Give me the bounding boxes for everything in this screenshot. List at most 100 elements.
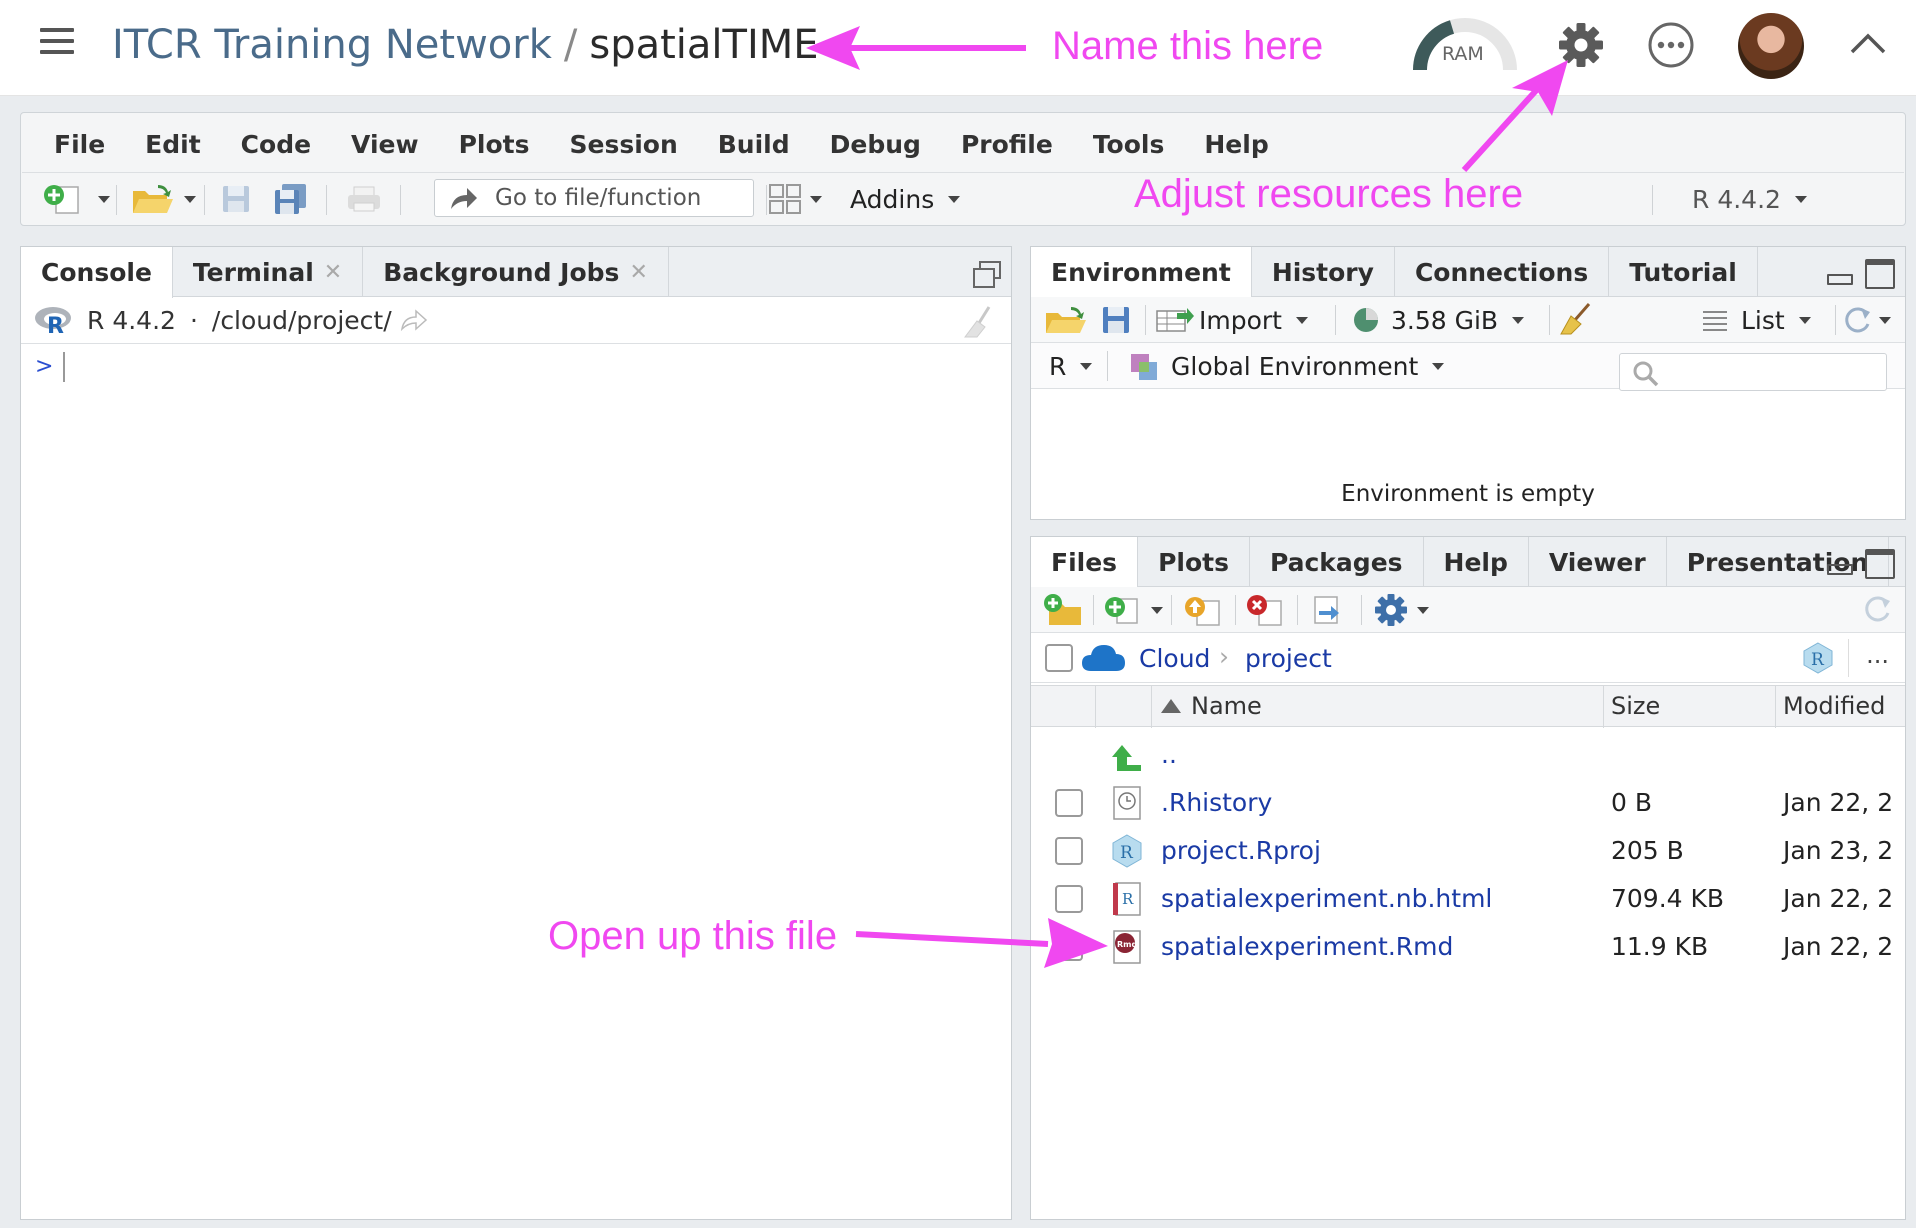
rename-file-icon[interactable] <box>1307 593 1349 627</box>
addins-button[interactable]: Addins <box>850 181 961 217</box>
close-icon[interactable]: ✕ <box>324 260 342 285</box>
tab-terminal[interactable]: Terminal ✕ <box>173 247 364 297</box>
user-avatar[interactable] <box>1738 13 1804 79</box>
language-selector[interactable]: R <box>1049 348 1093 384</box>
memory-usage-button[interactable]: 3.58 GiB <box>1351 302 1525 338</box>
refresh-files-icon[interactable] <box>1861 593 1895 625</box>
save-workspace-icon[interactable] <box>1101 305 1131 335</box>
tab-packages-label: Packages <box>1269 547 1403 577</box>
breadcrumb-cloud[interactable]: Cloud <box>1139 644 1210 673</box>
parent-directory-row[interactable]: .. <box>1031 731 1905 779</box>
menu-debug[interactable]: Debug <box>810 130 941 159</box>
file-name-link[interactable]: project.Rproj <box>1161 836 1321 865</box>
import-dataset-button[interactable]: Import <box>1155 302 1308 338</box>
more-breadcrumb-button[interactable]: ... <box>1866 641 1889 669</box>
menu-session[interactable]: Session <box>549 130 697 159</box>
menu-help[interactable]: Help <box>1184 130 1288 159</box>
menu-view[interactable]: View <box>331 130 439 159</box>
minimize-pane-icon[interactable] <box>1825 259 1855 289</box>
workspace-link[interactable]: ITCR Training Network <box>112 22 552 68</box>
column-size[interactable]: Size <box>1611 692 1660 720</box>
menu-build[interactable]: Build <box>698 130 810 159</box>
menu-edit[interactable]: Edit <box>125 130 221 159</box>
files-breadcrumb-bar: Cloud › project R ... <box>1031 633 1905 683</box>
file-row[interactable]: Rmd spatialexperiment.Rmd 11.9 KB Jan 22, 2 <box>1031 923 1905 971</box>
console-output[interactable]: > <box>21 343 1011 1219</box>
refresh-environment-button[interactable] <box>1841 302 1891 338</box>
files-more-settings-button[interactable] <box>1373 592 1429 628</box>
tab-plots[interactable]: Plots <box>1138 537 1250 587</box>
maximize-pane-icon[interactable] <box>1865 549 1895 579</box>
caret-down-icon <box>1080 362 1093 370</box>
tab-history-label: History <box>1271 257 1374 287</box>
r-version-label: R 4.4.2 <box>1692 184 1781 214</box>
file-name-link[interactable]: spatialexperiment.Rmd <box>1161 932 1453 961</box>
tab-connections[interactable]: Connections <box>1395 247 1610 297</box>
save-all-button[interactable] <box>272 181 310 217</box>
caret-down-icon <box>1151 606 1163 614</box>
column-modified[interactable]: Modified <box>1783 692 1885 720</box>
file-row[interactable]: Rproject.Rproj 205 B Jan 23, 2 <box>1031 827 1905 875</box>
load-workspace-icon[interactable] <box>1043 303 1089 337</box>
file-name-link[interactable]: .Rhistory <box>1161 788 1272 817</box>
tab-packages[interactable]: Packages <box>1250 537 1424 587</box>
tab-console[interactable]: Console <box>21 247 173 298</box>
r-version-menu[interactable]: R 4.4.2 <box>1692 181 1807 217</box>
tab-help[interactable]: Help <box>1424 537 1529 587</box>
menu-tools[interactable]: Tools <box>1073 130 1185 159</box>
tab-tutorial[interactable]: Tutorial <box>1609 247 1758 297</box>
save-button[interactable] <box>220 181 252 217</box>
project-name[interactable]: spatialTIME <box>589 22 818 68</box>
file-size: 205 B <box>1611 836 1684 865</box>
new-blank-file-icon <box>1105 597 1138 624</box>
delete-file-icon[interactable] <box>1245 593 1287 627</box>
print-button[interactable] <box>344 181 384 217</box>
new-file-button[interactable] <box>40 181 110 217</box>
view-mode-button[interactable]: List <box>1701 302 1811 338</box>
new-folder-icon[interactable] <box>1043 593 1085 627</box>
minimize-pane-icon[interactable] <box>1825 549 1855 579</box>
goto-file-input[interactable]: Go to file/function <box>434 179 754 217</box>
environment-search-input[interactable] <box>1619 353 1887 391</box>
menu-file[interactable]: File <box>22 130 125 159</box>
goto-directory-icon[interactable] <box>400 309 428 331</box>
menu-plots[interactable]: Plots <box>439 130 550 159</box>
file-row[interactable]: Rspatialexperiment.nb.html 709.4 KB Jan 22… <box>1031 875 1905 923</box>
close-icon[interactable]: ✕ <box>629 260 647 285</box>
toolbar-divider <box>1335 305 1336 335</box>
upload-icon[interactable] <box>1183 593 1225 627</box>
import-label: Import <box>1199 305 1282 335</box>
caret-down-icon <box>1798 316 1811 324</box>
tab-background-jobs[interactable]: Background Jobs ✕ <box>363 247 669 297</box>
select-all-checkbox[interactable] <box>1045 644 1073 672</box>
rproject-icon[interactable]: R <box>1801 641 1835 675</box>
clear-console-icon[interactable] <box>959 305 999 339</box>
tab-environment[interactable]: Environment <box>1031 247 1252 298</box>
chevron-up-icon[interactable] <box>1846 26 1890 60</box>
menu-profile[interactable]: Profile <box>941 130 1073 159</box>
tab-history[interactable]: History <box>1252 247 1395 297</box>
tab-files[interactable]: Files <box>1031 537 1139 588</box>
breadcrumb-project[interactable]: project <box>1245 644 1332 673</box>
tab-viewer[interactable]: Viewer <box>1529 537 1667 587</box>
new-blank-file-button[interactable] <box>1103 592 1163 628</box>
hamburger-menu-icon[interactable] <box>40 28 74 58</box>
menu-code[interactable]: Code <box>221 130 331 159</box>
import-table-icon <box>1156 308 1194 332</box>
parent-directory-link[interactable]: .. <box>1161 740 1177 769</box>
console-working-directory[interactable]: /cloud/project/ <box>212 306 392 335</box>
more-options-icon[interactable] <box>1646 20 1696 70</box>
environment-scope-selector[interactable]: Global Environment <box>1127 348 1445 384</box>
pane-layout-button[interactable] <box>768 181 822 217</box>
maximize-pane-icon[interactable] <box>1865 259 1895 289</box>
file-checkbox[interactable] <box>1055 789 1083 817</box>
new-file-icon <box>44 185 79 214</box>
file-name-link[interactable]: spatialexperiment.nb.html <box>1161 884 1492 913</box>
file-checkbox[interactable] <box>1055 837 1083 865</box>
file-row[interactable]: .Rhistory 0 B Jan 22, 2 <box>1031 779 1905 827</box>
restore-pane-icon[interactable] <box>971 259 1001 289</box>
breadcrumb-separator: / <box>563 22 578 68</box>
open-file-button[interactable] <box>130 181 196 217</box>
column-name[interactable]: Name <box>1161 692 1262 720</box>
clear-objects-broom-icon[interactable] <box>1557 301 1597 337</box>
